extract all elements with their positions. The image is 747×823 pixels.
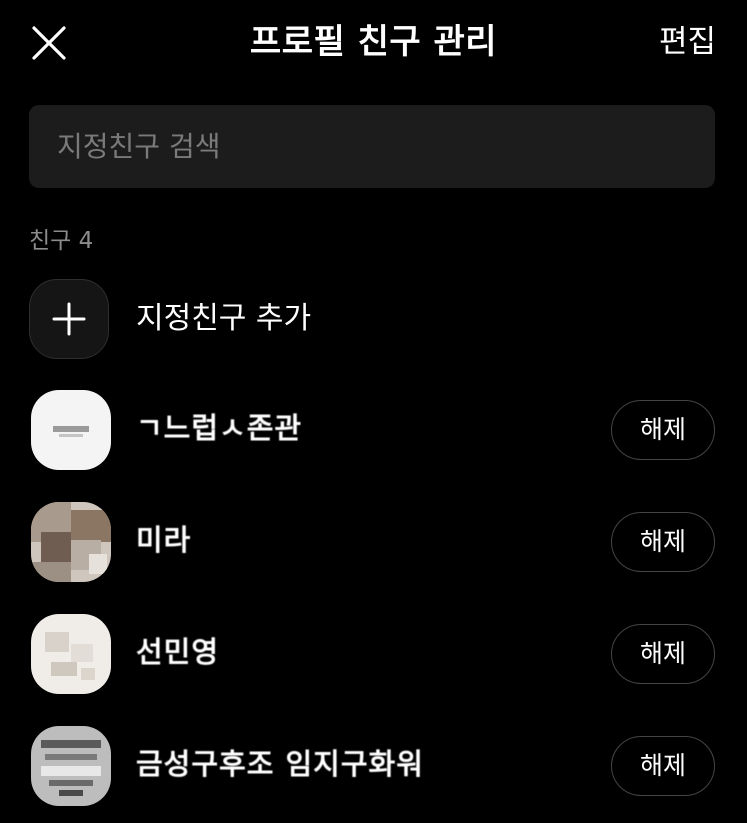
edit-button[interactable]: 편집 (659, 20, 716, 64)
friend-avatar (31, 726, 111, 806)
search-input[interactable] (57, 130, 715, 163)
release-button[interactable]: 해제 (611, 512, 715, 572)
white-logo-avatar-icon (31, 390, 111, 470)
friend-name: ㄱ느럽ㅅ존관 (136, 411, 303, 445)
gray-poster-avatar-icon (31, 726, 111, 806)
release-button[interactable]: 해제 (611, 400, 715, 460)
add-icon-container (29, 279, 109, 359)
add-designated-friend-button[interactable]: 지정친구 추가 (29, 278, 719, 360)
photo-avatar-icon (31, 502, 111, 582)
page-title: 프로필 친구 관리 (249, 22, 498, 62)
friend-count-label: 친구 4 (29, 228, 94, 254)
friend-avatar (31, 614, 111, 694)
release-button[interactable]: 해제 (611, 624, 715, 684)
friend-row: 선민영 해제 (29, 614, 719, 698)
friend-row: 미라 해제 (29, 502, 719, 586)
plus-icon (52, 302, 86, 336)
friend-name: 금성구후조 임지구화워 (136, 747, 424, 781)
header-bar: 프로필 친구 관리 편집 (0, 0, 747, 86)
search-box[interactable] (29, 105, 715, 188)
friend-row: 금성구후조 임지구화워 해제 (29, 726, 719, 810)
light-sketch-avatar-icon (31, 614, 111, 694)
friend-row: ㄱ느럽ㅅ존관 해제 (29, 390, 719, 474)
release-button[interactable]: 해제 (611, 736, 715, 796)
friend-name: 미라 (136, 523, 192, 557)
friend-avatar (31, 502, 111, 582)
friend-name: 선민영 (136, 635, 220, 669)
friend-avatar (31, 390, 111, 470)
add-friend-label: 지정친구 추가 (136, 301, 312, 336)
